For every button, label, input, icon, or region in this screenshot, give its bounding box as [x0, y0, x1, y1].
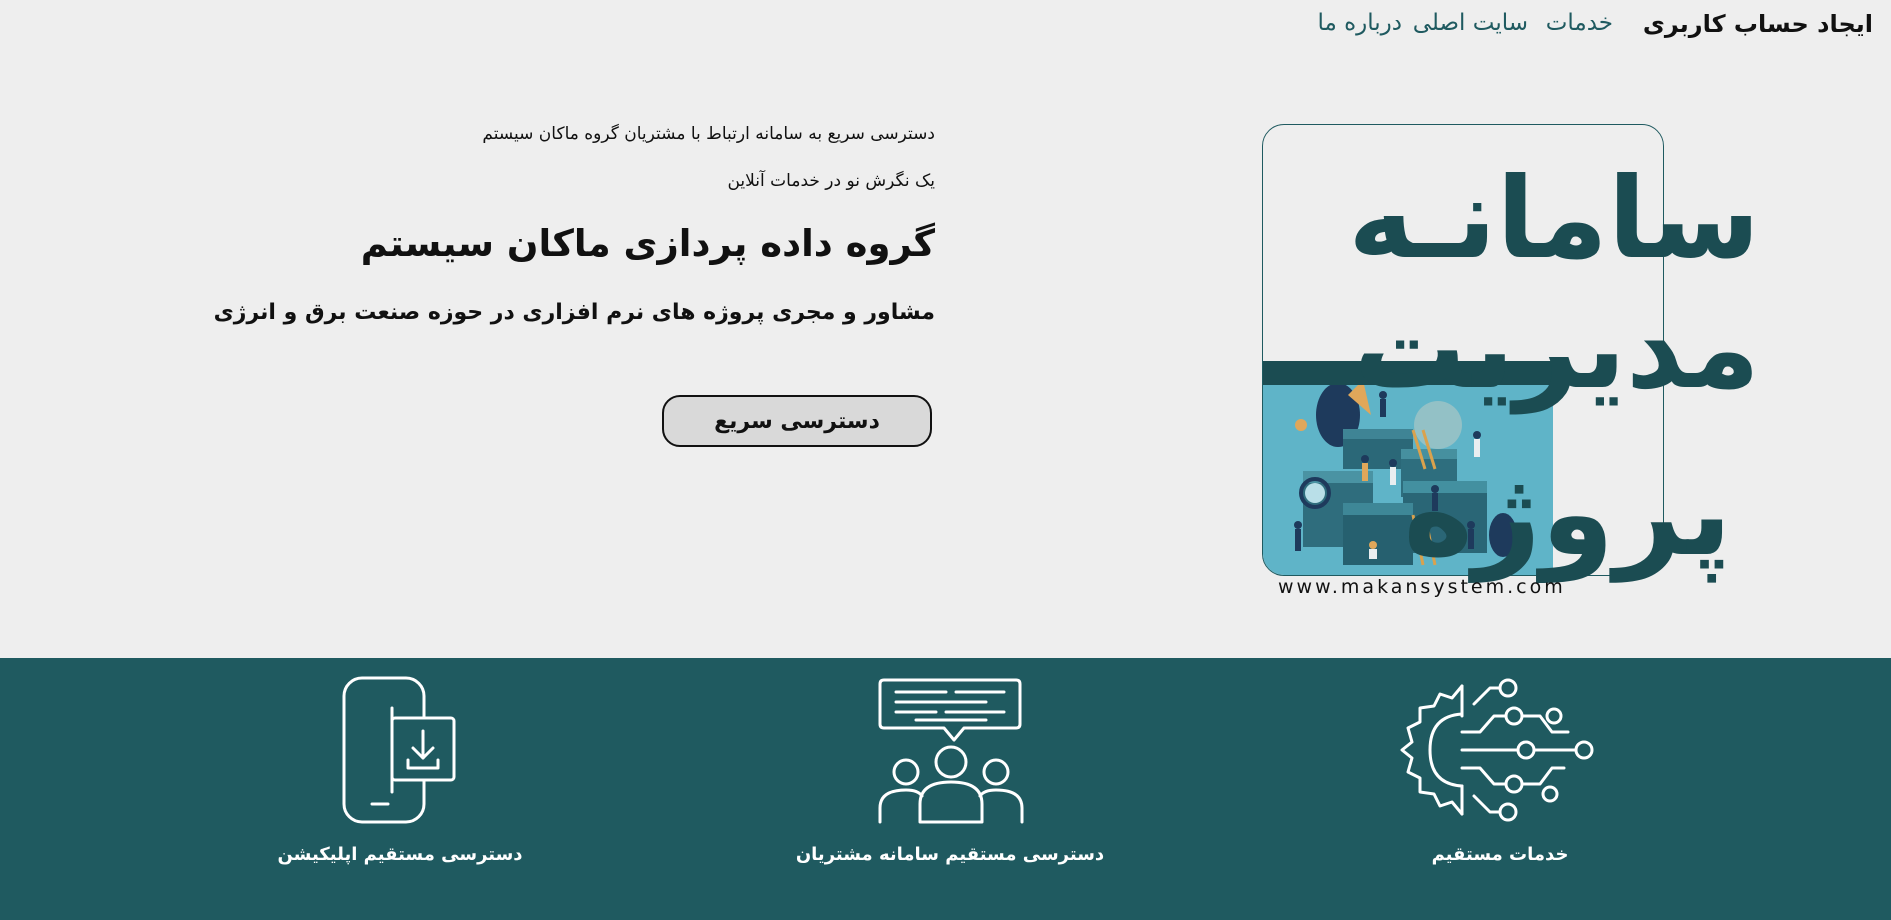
logo-word-samaneh: سامانـه [1348, 154, 1760, 284]
logo-word-project: پروژه [1403, 444, 1732, 582]
nav-services[interactable]: خدمات [1546, 10, 1613, 36]
feature-app-access[interactable]: دسترسی مستقیم اپلیکیشن [220, 658, 580, 920]
project-management-logo: سامانـه مدیریت پروژه www.makansystem.com [1262, 124, 1760, 600]
feature-label-app: دسترسی مستقیم اپلیکیشن [277, 844, 523, 865]
feature-customer-portal[interactable]: دسترسی مستقیم سامانه مشتریان [770, 658, 1130, 920]
create-account-link[interactable]: ایجاد حساب کاربری [1643, 10, 1873, 38]
website-url: www.makansystem.com [1278, 576, 1566, 598]
logo-word-modiriyat: مدیریت [1353, 284, 1760, 414]
tagline-primary: دسترسی سریع به سامانه ارتباط با مشتریان … [482, 124, 935, 144]
company-title: گروه داده پردازی ماکان سیستم [360, 222, 935, 265]
tagline-secondary: یک نگرش نو در خدمات آنلاین [727, 171, 935, 191]
quick-access-button[interactable]: دسترسی سریع [662, 395, 932, 447]
mobile-download-icon [342, 676, 456, 824]
nav-main-site[interactable]: سایت اصلی [1413, 10, 1528, 36]
feature-label-services: خدمات مستقیم [1431, 844, 1569, 865]
feature-direct-services[interactable]: خدمات مستقیم [1320, 658, 1680, 920]
top-navbar: ایجاد حساب کاربری خدمات سایت اصلی درباره… [0, 0, 1891, 52]
company-subtitle: مشاور و مجری پروژه های نرم افزاری در حوز… [213, 300, 935, 325]
features-band: دسترسی مستقیم اپلیکیشن دسترسی مستقیم سام… [0, 658, 1891, 920]
customers-chat-icon [878, 678, 1024, 824]
gear-circuit-icon [1400, 678, 1594, 822]
nav-about[interactable]: درباره ما [1317, 10, 1402, 36]
feature-label-customers: دسترسی مستقیم سامانه مشتریان [795, 844, 1105, 865]
